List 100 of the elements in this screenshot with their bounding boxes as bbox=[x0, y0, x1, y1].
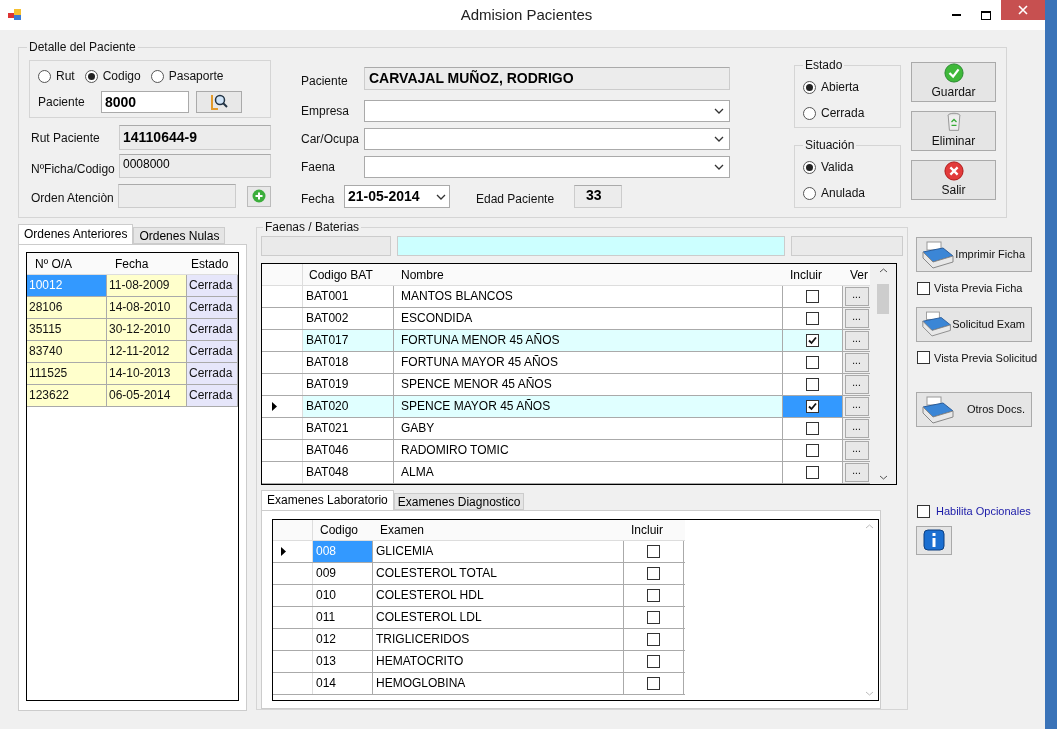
checkbox[interactable] bbox=[647, 567, 660, 580]
checkbox[interactable] bbox=[647, 633, 660, 646]
table-cell: GLICEMIA bbox=[373, 541, 624, 562]
radio-button[interactable]: Pasaporte bbox=[150, 67, 224, 85]
age-field: 33 bbox=[574, 185, 622, 208]
table-cell: 010 bbox=[313, 585, 373, 606]
table-cell: 011 bbox=[313, 607, 373, 628]
checkbox[interactable] bbox=[917, 504, 930, 518]
radio-button[interactable]: Rut bbox=[38, 67, 75, 85]
tab[interactable]: Examenes Laboratorio bbox=[261, 490, 394, 510]
table-cell: BAT046 bbox=[303, 440, 394, 461]
checkbox[interactable] bbox=[806, 466, 819, 479]
delete-button[interactable]: Eliminar bbox=[911, 111, 996, 151]
table-cell: 12-11-2012 bbox=[107, 341, 187, 363]
checkbox[interactable] bbox=[806, 378, 819, 391]
exit-button[interactable]: Salir bbox=[911, 160, 996, 200]
add-button[interactable] bbox=[247, 185, 271, 207]
radio-button[interactable]: Codigo bbox=[84, 67, 141, 85]
table-cell: 35115 bbox=[27, 319, 107, 341]
checkbox-label: Vista Previa Ficha bbox=[934, 281, 1023, 296]
chevron-down-icon bbox=[878, 475, 888, 480]
table-cell: 14-08-2010 bbox=[107, 297, 187, 319]
date-picker[interactable]: 21-05-2014 bbox=[344, 185, 450, 208]
table-cell: BAT021 bbox=[303, 418, 394, 439]
field-label: Car/Ocupa bbox=[301, 131, 361, 148]
checkbox[interactable] bbox=[917, 351, 930, 365]
table-cell: BAT017 bbox=[303, 330, 394, 351]
view-button[interactable]: ... bbox=[844, 419, 869, 438]
view-button[interactable]: ... bbox=[844, 309, 869, 328]
chevron-up-icon bbox=[878, 268, 888, 273]
radio-button[interactable]: Anulada bbox=[803, 184, 892, 202]
checkbox[interactable] bbox=[647, 655, 660, 668]
view-button[interactable]: ... bbox=[844, 287, 869, 306]
radio-button[interactable]: Valida bbox=[803, 158, 892, 176]
chevron-down-icon bbox=[714, 108, 724, 114]
checkbox[interactable] bbox=[806, 312, 819, 325]
checkbox[interactable] bbox=[806, 422, 819, 435]
table-cell: Cerrada bbox=[187, 319, 238, 341]
table-cell: COLESTEROL HDL bbox=[373, 585, 624, 606]
view-button[interactable]: ... bbox=[844, 397, 869, 416]
field-label: Empresa bbox=[301, 103, 351, 120]
view-button[interactable]: ... bbox=[844, 441, 869, 460]
dropdown-field[interactable] bbox=[364, 128, 730, 150]
column-header: Nombre bbox=[400, 267, 445, 284]
table-cell: 111525 bbox=[27, 363, 107, 385]
table-cell: COLESTEROL TOTAL bbox=[373, 563, 624, 584]
column-header: Incluir bbox=[789, 267, 823, 284]
checkbox[interactable] bbox=[647, 611, 660, 624]
search-icon bbox=[209, 93, 229, 111]
tab[interactable]: Examenes Diagnostico bbox=[393, 493, 525, 510]
checkbox[interactable] bbox=[647, 677, 660, 690]
table-cell: Cerrada bbox=[187, 297, 238, 319]
table-cell: BAT048 bbox=[303, 462, 394, 483]
checkbox[interactable] bbox=[917, 281, 930, 295]
tab[interactable]: Ordenes Anteriores bbox=[18, 224, 134, 244]
close-circle-icon bbox=[942, 161, 965, 181]
table-cell: 008 bbox=[313, 541, 373, 562]
column-header: Codigo BAT bbox=[308, 267, 374, 284]
scrollbar-thumb[interactable] bbox=[877, 284, 889, 314]
print-button[interactable]: Imprimir Ficha bbox=[916, 237, 1032, 272]
table-cell: 013 bbox=[313, 651, 373, 672]
checkbox[interactable] bbox=[806, 400, 819, 413]
checkbox[interactable] bbox=[647, 545, 660, 558]
table-cell: BAT002 bbox=[303, 308, 394, 329]
tab[interactable]: Ordenes Nulas bbox=[133, 227, 226, 244]
checkbox[interactable] bbox=[806, 356, 819, 369]
checkbox[interactable] bbox=[806, 290, 819, 303]
radio-button[interactable]: Abierta bbox=[803, 78, 892, 96]
print-button[interactable]: Solicitud Exam bbox=[916, 306, 1032, 342]
column-header: Estado bbox=[190, 256, 230, 273]
save-button[interactable]: Guardar bbox=[911, 62, 996, 102]
rut-value-field: 14110644-9 bbox=[119, 125, 271, 150]
checkbox[interactable] bbox=[806, 444, 819, 457]
field-label: Paciente bbox=[301, 73, 349, 90]
printer-icon bbox=[921, 309, 953, 339]
patient-code-field[interactable]: 8000 bbox=[101, 91, 189, 113]
dropdown-field[interactable] bbox=[364, 100, 730, 122]
print-button[interactable]: Otros Docs. bbox=[916, 392, 1032, 427]
dropdown-field[interactable] bbox=[364, 156, 730, 178]
field-label: Paciente bbox=[38, 94, 86, 111]
checkbox-label: Vista Previa Solicitud bbox=[934, 350, 1038, 366]
table-cell: BAT019 bbox=[303, 374, 394, 395]
printer-icon bbox=[921, 239, 955, 270]
table-cell: Cerrada bbox=[187, 385, 238, 407]
view-button[interactable]: ... bbox=[844, 353, 869, 372]
checkbox[interactable] bbox=[647, 589, 660, 602]
preview-checkbox-row[interactable]: Vista Previa Solicitud bbox=[917, 349, 1045, 366]
patient-name-field: CARVAJAL MUÑOZ, RODRIGO bbox=[364, 66, 730, 90]
search-button[interactable] bbox=[196, 91, 242, 113]
view-button[interactable]: ... bbox=[844, 463, 869, 482]
table-cell: COLESTEROL LDL bbox=[373, 607, 624, 628]
chevron-down-icon bbox=[714, 136, 724, 142]
checkbox[interactable] bbox=[806, 334, 819, 347]
table-cell: 10012 bbox=[27, 275, 107, 297]
view-button[interactable]: ... bbox=[844, 331, 869, 350]
info-button[interactable] bbox=[916, 525, 952, 555]
radio-button[interactable]: Cerrada bbox=[803, 104, 892, 122]
preview-checkbox-row[interactable]: Vista Previa Ficha bbox=[917, 280, 1045, 297]
view-button[interactable]: ... bbox=[844, 375, 869, 394]
table-cell: 30-12-2010 bbox=[107, 319, 187, 341]
